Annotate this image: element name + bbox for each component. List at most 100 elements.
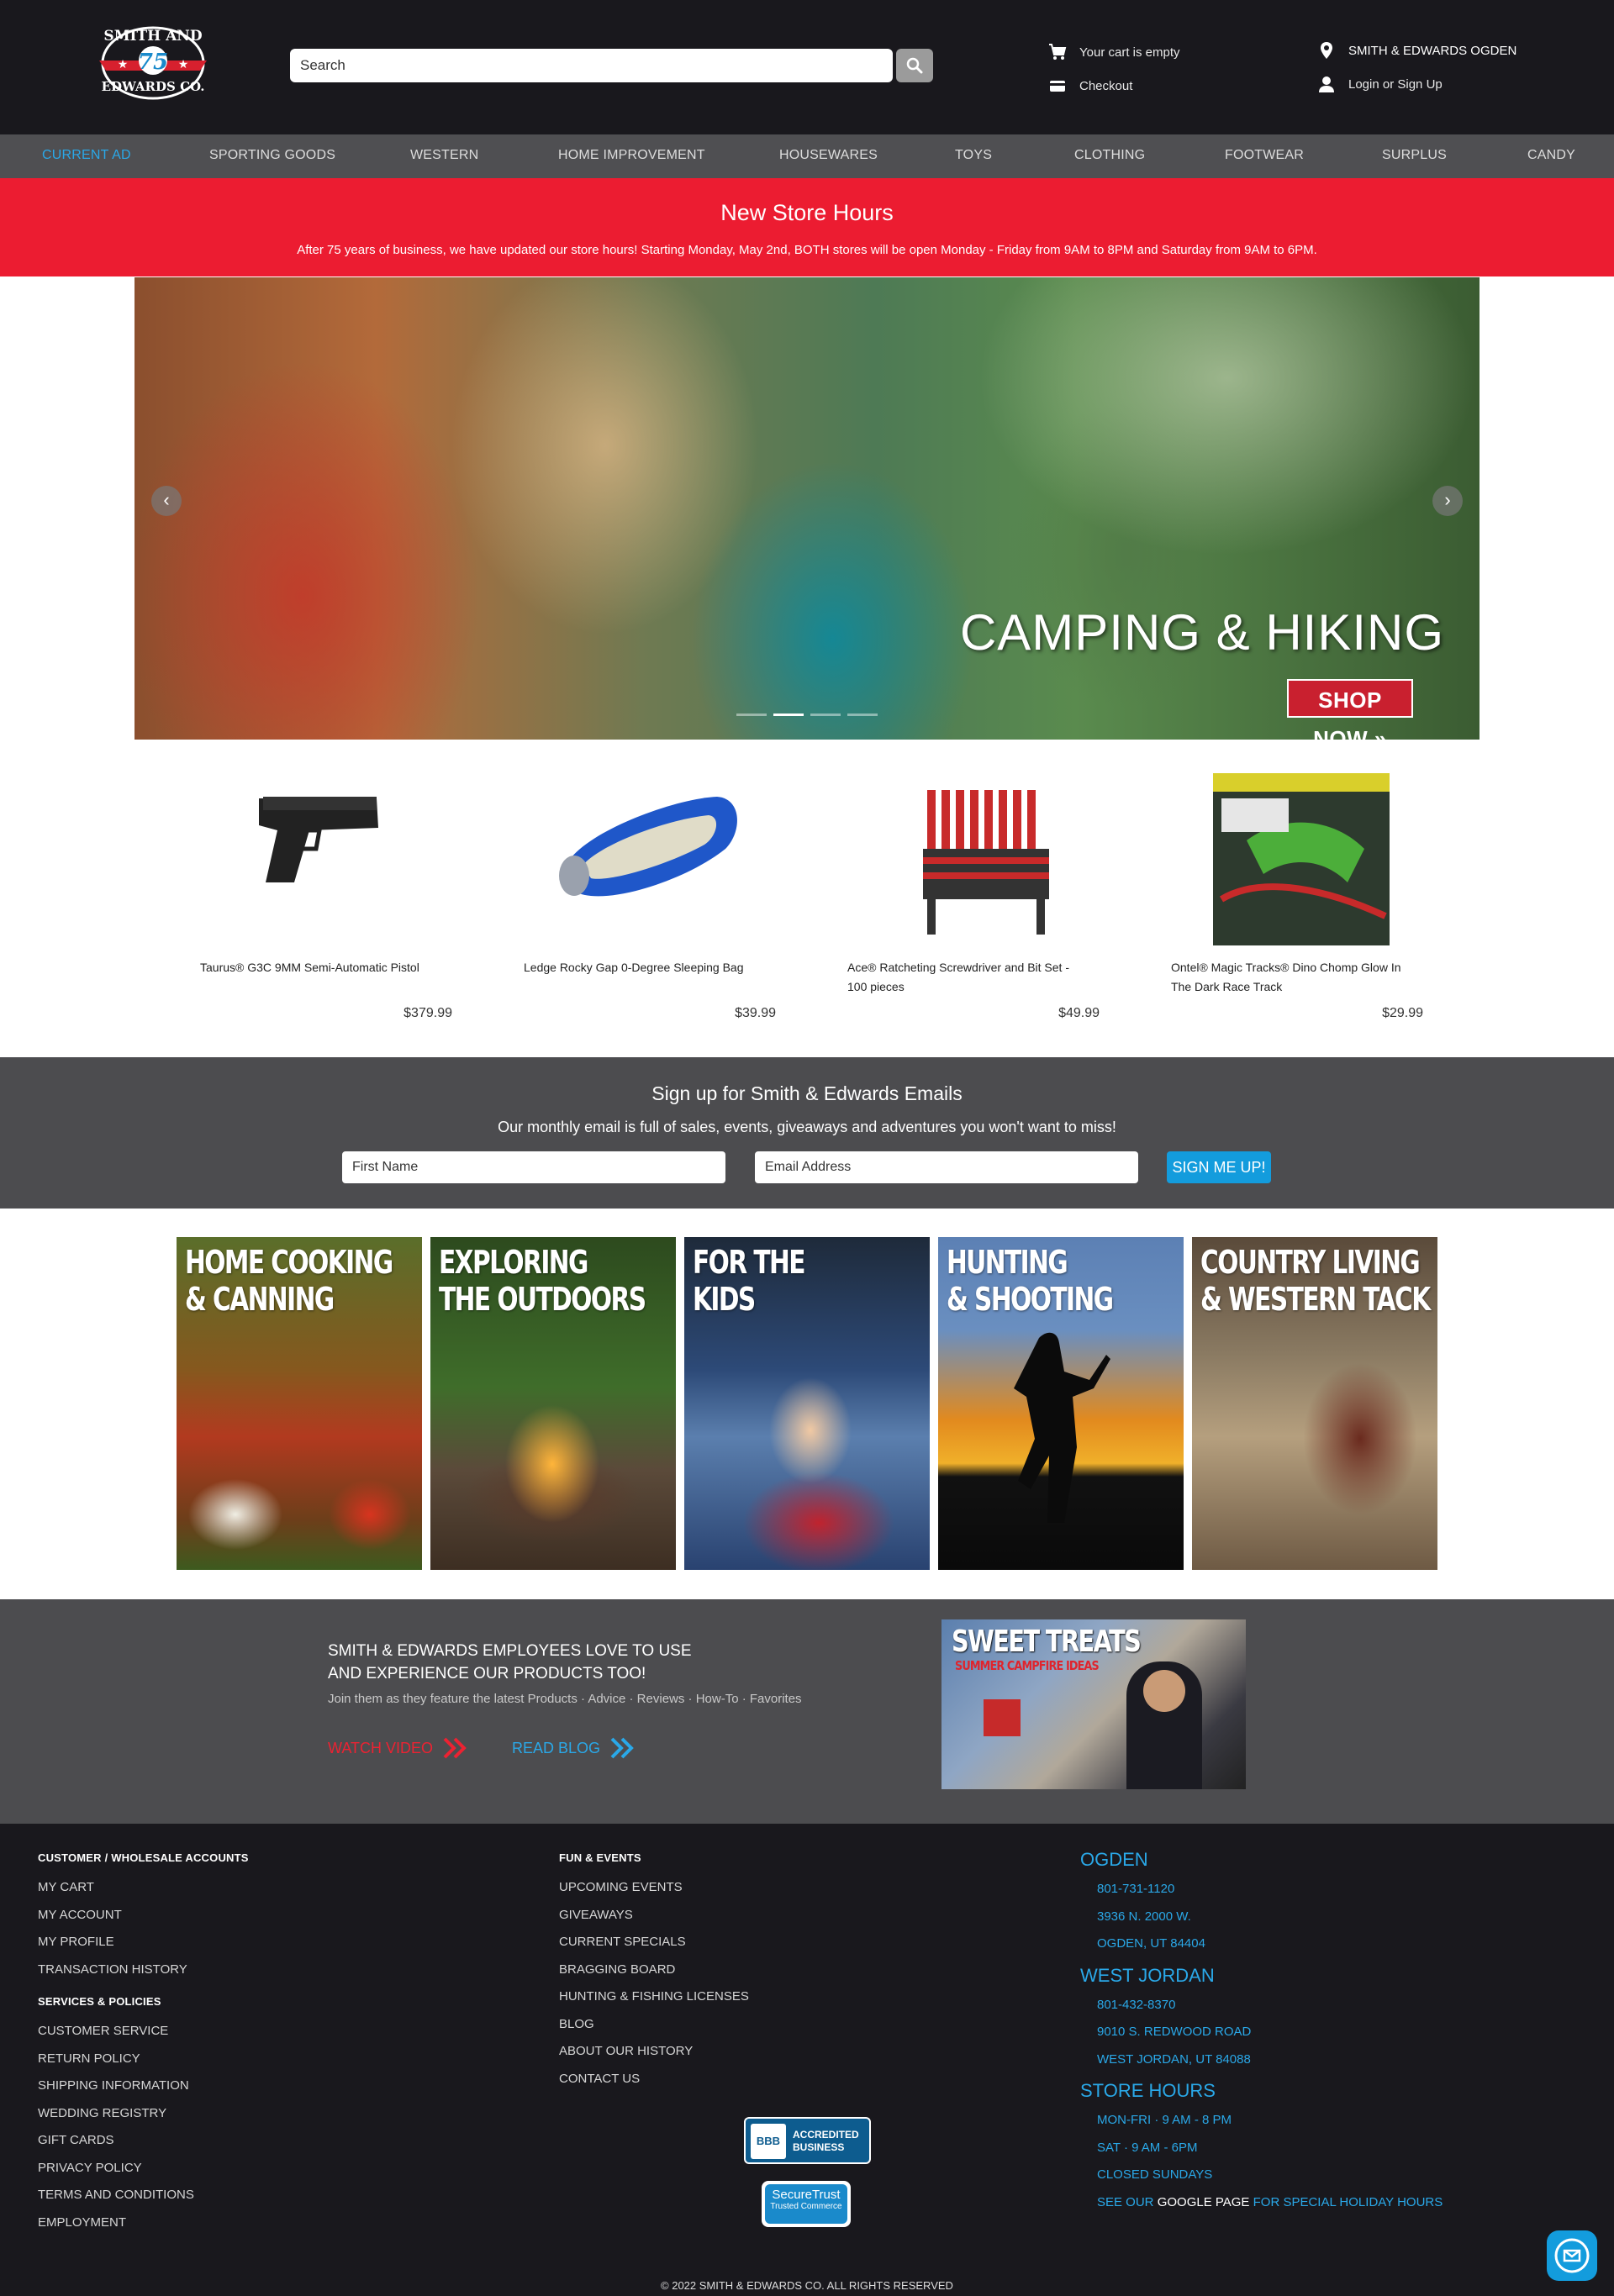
store-logo[interactable]: 75 SMITH AND EDWARDS CO. ★ ★ xyxy=(94,17,212,109)
footer-link-my-account[interactable]: MY ACCOUNT xyxy=(38,1902,249,1930)
nav-surplus[interactable]: SURPLUS xyxy=(1382,148,1447,163)
signup-title: Sign up for Smith & Edwards Emails xyxy=(651,1082,963,1104)
footer-link-shipping-information[interactable]: SHIPPING INFORMATION xyxy=(38,2072,249,2100)
product-price: $379.99 xyxy=(404,1006,452,1020)
site-header: 75 SMITH AND EDWARDS CO. ★ ★ Your cart i… xyxy=(0,0,1614,134)
read-blog-link[interactable]: READ BLOG xyxy=(512,1737,636,1759)
category-home-cooking-canning[interactable]: HOME COOKING & CANNING xyxy=(177,1237,422,1570)
screwdriver-set-image xyxy=(923,790,1049,935)
footer-link-my-cart[interactable]: MY CART xyxy=(38,1874,249,1902)
nav-housewares[interactable]: HOUSEWARES xyxy=(779,148,878,163)
footer-link-return-policy[interactable]: RETURN POLICY xyxy=(38,2046,249,2073)
product-name[interactable]: Taurus® G3C 9MM Semi-Automatic Pistol xyxy=(200,958,435,977)
nav-toys[interactable]: TOYS xyxy=(955,148,992,163)
nav-western[interactable]: WESTERN xyxy=(410,148,478,163)
product-price: $49.99 xyxy=(1058,1006,1100,1020)
blog-image-subtitle: SUMMER CAMPFIRE IDEAS xyxy=(955,1658,1100,1673)
shop-now-button[interactable]: SHOP NOW » xyxy=(1287,679,1413,740)
footer-link-transaction-history[interactable]: TRANSACTION HISTORY xyxy=(38,1956,249,1984)
cart-icon xyxy=(1049,44,1067,60)
hunter-silhouette xyxy=(1014,1332,1110,1523)
ogden-city[interactable]: OGDEN, UT 84404 xyxy=(1080,1930,1443,1958)
category-title: HOME COOKING & CANNING xyxy=(185,1244,393,1318)
logo-number: 75 xyxy=(138,50,168,75)
nav-current-ad[interactable]: CURRENT AD xyxy=(42,148,131,163)
sign-up-button[interactable]: SIGN ME UP! xyxy=(1167,1151,1271,1183)
nav-footwear[interactable]: FOOTWEAR xyxy=(1225,148,1304,163)
hero-carousel[interactable]: ‹ › CAMPING & HIKING SHOP NOW » xyxy=(134,277,1480,740)
footer-link-terms[interactable]: TERMS AND CONDITIONS xyxy=(38,2182,249,2209)
search-input[interactable] xyxy=(290,49,893,82)
footer-link-current-specials[interactable]: CURRENT SPECIALS xyxy=(559,1929,749,1956)
product-name[interactable]: Ace® Ratcheting Screwdriver and Bit Set … xyxy=(847,958,1083,997)
svg-text:★: ★ xyxy=(178,57,189,71)
footer-heading: FUN & EVENTS xyxy=(559,1851,641,1864)
product-name[interactable]: Ledge Rocky Gap 0-Degree Sleeping Bag xyxy=(524,958,759,977)
double-chevron-right-icon xyxy=(610,1737,634,1759)
securetrust-badge[interactable]: SecureTrust Trusted Commerce xyxy=(762,2181,851,2227)
google-page-link[interactable]: GOOGLE PAGE xyxy=(1158,2195,1250,2209)
hours-sunday: CLOSED SUNDAYS xyxy=(1097,2167,1213,2182)
search-button[interactable] xyxy=(896,49,933,82)
footer-events-column: FUN & EVENTS UPCOMING EVENTS GIVEAWAYS C… xyxy=(559,1851,749,2093)
carousel-dot[interactable] xyxy=(736,714,767,716)
footer-link-blog[interactable]: BLOG xyxy=(559,2011,749,2039)
chat-button[interactable] xyxy=(1547,2230,1597,2281)
footer-link-employment[interactable]: EMPLOYMENT xyxy=(38,2209,249,2237)
footer-link-gift-cards[interactable]: GIFT CARDS xyxy=(38,2127,249,2155)
footer-link-privacy-policy[interactable]: PRIVACY POLICY xyxy=(38,2155,249,2183)
carousel-next-button[interactable]: › xyxy=(1432,486,1463,516)
footer-link-licenses[interactable]: HUNTING & FISHING LICENSES xyxy=(559,1983,749,2011)
category-title: EXPLORING THE OUTDOORS xyxy=(439,1244,646,1318)
footer-link-customer-service[interactable]: CUSTOMER SERVICE xyxy=(38,2018,249,2046)
category-hunting-shooting[interactable]: HUNTING & SHOOTING xyxy=(938,1237,1184,1570)
category-exploring-outdoors[interactable]: EXPLORING THE OUTDOORS xyxy=(430,1237,676,1570)
blog-feature-image[interactable]: SWEET TREATS SUMMER CAMPFIRE IDEAS xyxy=(942,1619,1246,1789)
tent-shape xyxy=(984,1699,1021,1736)
footer-link-history[interactable]: ABOUT OUR HISTORY xyxy=(559,2038,749,2066)
carousel-prev-button[interactable]: ‹ xyxy=(151,486,182,516)
footer-link-giveaways[interactable]: GIVEAWAYS xyxy=(559,1902,749,1930)
employee-feature: SMITH & EDWARDS EMPLOYEES LOVE TO USE AND… xyxy=(0,1599,1614,1824)
email-field[interactable] xyxy=(755,1151,1138,1183)
checkout-link[interactable]: Checkout xyxy=(1047,76,1132,96)
nav-sporting-goods[interactable]: SPORTING GOODS xyxy=(209,148,335,163)
category-title: HUNTING & SHOOTING xyxy=(947,1244,1114,1318)
footer-link-my-profile[interactable]: MY PROFILE xyxy=(38,1929,249,1956)
carousel-dot[interactable] xyxy=(810,714,841,716)
blog-image-title: SWEET TREATS xyxy=(952,1625,1142,1659)
footer-link-bragging-board[interactable]: BRAGGING BOARD xyxy=(559,1956,749,1984)
footer-link-upcoming-events[interactable]: UPCOMING EVENTS xyxy=(559,1874,749,1902)
category-title: COUNTRY LIVING & WESTERN TACK xyxy=(1200,1244,1431,1318)
copyright: © 2022 SMITH & EDWARDS CO. ALL RIGHTS RE… xyxy=(661,2279,953,2292)
login-label: Login or Sign Up xyxy=(1348,76,1443,92)
first-name-field[interactable] xyxy=(342,1151,725,1183)
hours-weekdays: MON-FRI · 9 AM - 8 PM xyxy=(1097,2113,1232,2127)
employee-feature-title: SMITH & EDWARDS EMPLOYEES LOVE TO USE AND… xyxy=(328,1642,692,1683)
ogden-street[interactable]: 3936 N. 2000 W. xyxy=(1080,1904,1443,1931)
store-selector[interactable]: SMITH & EDWARDS OGDEN xyxy=(1316,40,1516,61)
west-jordan-phone[interactable]: 801-432-8370 xyxy=(1080,1992,1443,2020)
footer-link-wedding-registry[interactable]: WEDDING REGISTRY xyxy=(38,2100,249,2128)
login-link[interactable]: Login or Sign Up xyxy=(1316,74,1443,94)
category-country-living-western-tack[interactable]: COUNTRY LIVING & WESTERN TACK xyxy=(1192,1237,1437,1570)
hero-image xyxy=(134,277,1480,740)
nav-home-improvement[interactable]: HOME IMPROVEMENT xyxy=(558,148,705,163)
nav-candy[interactable]: CANDY xyxy=(1527,148,1575,163)
footer-link-contact[interactable]: CONTACT US xyxy=(559,2066,749,2093)
bbb-accredited-badge[interactable]: BBB ACCREDITED BUSINESS xyxy=(744,2117,871,2164)
ogden-phone[interactable]: 801-731-1120 xyxy=(1080,1876,1443,1904)
carousel-dot[interactable] xyxy=(847,714,878,716)
watch-video-label: WATCH VIDEO xyxy=(328,1739,433,1756)
hours-saturday: SAT · 9 AM - 6PM xyxy=(1097,2140,1198,2155)
category-for-the-kids[interactable]: FOR THE KIDS xyxy=(684,1237,930,1570)
carousel-dot-active[interactable] xyxy=(773,714,804,716)
checkout-label: Checkout xyxy=(1079,78,1133,93)
watch-video-link[interactable]: WATCH VIDEO xyxy=(328,1737,468,1759)
west-jordan-city[interactable]: WEST JORDAN, UT 84088 xyxy=(1080,2046,1443,2074)
product-name[interactable]: Ontel® Magic Tracks® Dino Chomp Glow In … xyxy=(1171,958,1406,997)
west-jordan-street[interactable]: 9010 S. REDWOOD ROAD xyxy=(1080,2019,1443,2046)
cart-link[interactable]: Your cart is empty xyxy=(1047,42,1180,62)
nav-clothing[interactable]: CLOTHING xyxy=(1074,148,1145,163)
logo-text-top: SMITH AND xyxy=(103,28,202,45)
